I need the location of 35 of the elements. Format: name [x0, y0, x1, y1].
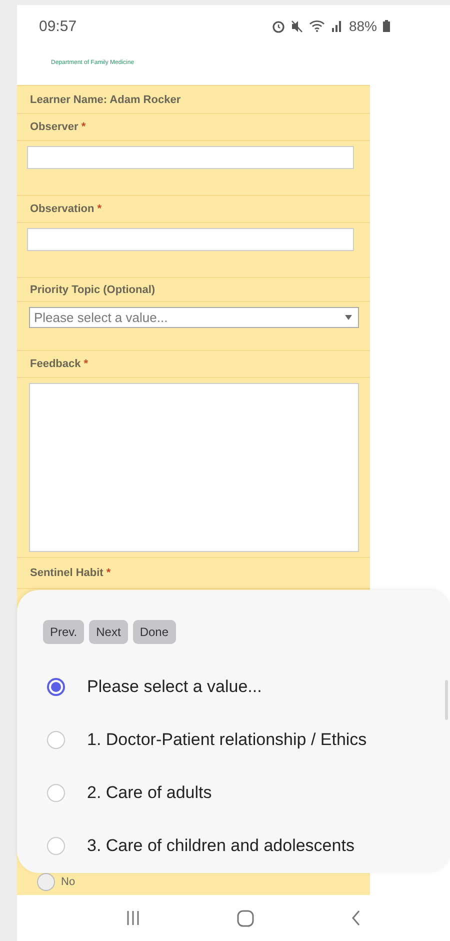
- radio-button[interactable]: [37, 873, 55, 891]
- status-time: 09:57: [39, 18, 77, 34]
- option-label[interactable]: 1. Doctor-Patient relationship / Ethics: [87, 730, 367, 750]
- picker-nav-button[interactable]: Done: [132, 620, 176, 644]
- mute-icon: [290, 20, 303, 32]
- picker-nav-button[interactable]: Next: [89, 620, 128, 644]
- radio-label: No: [61, 876, 76, 888]
- home-icon[interactable]: [236, 910, 254, 926]
- recent-apps-icon[interactable]: [126, 910, 140, 926]
- radio-button[interactable]: [47, 836, 65, 854]
- wifi-icon: [308, 20, 325, 32]
- field-label: Observer *: [17, 113, 370, 140]
- field-label: Sentinel Habit *: [17, 557, 370, 588]
- option-label[interactable]: Please select a value...: [87, 676, 262, 696]
- scroll-indicator: [445, 680, 448, 720]
- feedback-textarea[interactable]: [29, 383, 359, 552]
- text-field[interactable]: [27, 146, 354, 169]
- radio-button[interactable]: [47, 678, 65, 696]
- text-field[interactable]: [27, 228, 354, 251]
- field-label: Feedback *: [17, 350, 370, 377]
- battery-percent: 88%: [348, 18, 377, 34]
- learner-name: Learner Name: Adam Rocker: [17, 85, 370, 113]
- field-label: Observation *: [17, 195, 370, 222]
- picker-nav-button[interactable]: Prev.: [43, 620, 84, 644]
- battery-icon: [383, 20, 390, 32]
- option-label[interactable]: 3. Care of children and adolescents: [87, 836, 354, 856]
- radio-button[interactable]: [47, 730, 65, 748]
- field-label: Priority Topic (Optional): [17, 277, 370, 301]
- option-label[interactable]: 2. Care of adults: [87, 782, 212, 802]
- back-icon[interactable]: [351, 910, 362, 926]
- signal-icon: [330, 20, 343, 32]
- select-field[interactable]: Please select a value...: [29, 307, 359, 328]
- radio-button[interactable]: [47, 784, 65, 802]
- alarm-icon: [272, 20, 285, 32]
- caret-icon: [345, 315, 352, 320]
